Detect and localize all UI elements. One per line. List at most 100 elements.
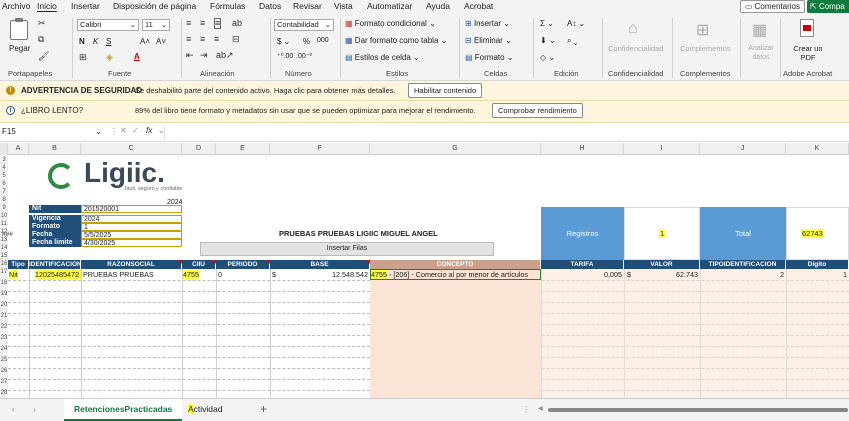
align-left-icon[interactable]: ≡ — [186, 34, 191, 44]
col-header[interactable]: K — [786, 143, 849, 155]
increase-indent-icon[interactable]: ⇥ — [200, 50, 208, 61]
row-header[interactable]: 20 — [0, 302, 8, 313]
row-header[interactable]: 8 — [0, 197, 8, 205]
col-header[interactable]: C — [81, 143, 182, 155]
confidentiality-button[interactable]: Confidencialidad — [608, 44, 663, 53]
col-header[interactable]: A — [8, 143, 29, 155]
col-header[interactable]: D — [182, 143, 216, 155]
check-performance-button[interactable]: Comprobar rendimiento — [492, 103, 583, 118]
row-header[interactable]: 15 — [0, 253, 8, 261]
comments-button[interactable]: ▭ Comentarios — [739, 0, 805, 13]
clear-button[interactable]: ◇ ⌄ — [540, 53, 555, 62]
column-header-cell[interactable]: Digito — [786, 260, 849, 269]
decrease-indent-icon[interactable]: ⇤ — [186, 50, 194, 61]
italic-button[interactable]: K — [93, 37, 98, 46]
tab-retenciones[interactable]: RetencionesPracticadas — [64, 399, 182, 421]
row-header[interactable]: 3 — [0, 157, 8, 165]
format-painter-icon[interactable]: 🖌 — [38, 51, 49, 62]
column-header-cell[interactable]: TIPOIDENTIFICACION — [700, 260, 786, 269]
shrink-font-button[interactable]: A˅ — [156, 37, 166, 46]
analyze-data-button[interactable]: Analizar datos — [746, 44, 776, 62]
row-header[interactable]: 22 — [0, 324, 8, 335]
copy-icon[interactable]: ⧉ — [38, 34, 44, 45]
row-header[interactable]: 13 — [0, 237, 8, 245]
autosum-button[interactable]: Σ ⌄ — [540, 19, 554, 28]
select-all-corner[interactable] — [0, 143, 8, 155]
cell-styles-button[interactable]: ▤ Estilos de celda ⌄ — [345, 53, 420, 62]
row-header[interactable]: 17 — [0, 269, 8, 280]
cell-base[interactable]: 12.548.542 — [320, 270, 368, 279]
row-header[interactable]: 26 — [0, 368, 8, 379]
add-sheet-button[interactable]: + — [260, 402, 267, 416]
row-header[interactable]: 23 — [0, 335, 8, 346]
tab-actividad[interactable]: Actividad — [186, 399, 234, 421]
horizontal-scrollbar[interactable] — [548, 408, 848, 412]
row-header[interactable]: 28 — [0, 390, 8, 398]
increase-decimal-button[interactable]: ⁺⁰.00 — [277, 52, 293, 60]
row-header[interactable]: 9 — [0, 205, 8, 213]
align-right-icon[interactable]: ≡ — [214, 34, 219, 44]
conditional-format-button[interactable]: ▦ Formato condicional ⌄ — [345, 19, 436, 28]
cell-tipo[interactable]: Nit — [9, 270, 18, 279]
cell-tipoidentificacion[interactable]: 2 — [760, 270, 784, 279]
row-header[interactable]: 11 — [0, 221, 8, 229]
menu-inicio[interactable]: Inicio — [37, 1, 57, 11]
insert-cells-button[interactable]: ⊞ Insertar ⌄ — [465, 19, 510, 28]
column-header-cell[interactable]: Tipo — [8, 260, 29, 269]
thousands-button[interactable]: 000 — [317, 37, 329, 44]
menu-disposicion[interactable]: Disposición de página — [113, 1, 196, 11]
menu-archivo[interactable]: Archivo — [2, 1, 30, 11]
formula-input[interactable] — [164, 126, 849, 140]
column-header-cell[interactable]: IDENTIFICACION — [29, 260, 81, 269]
cell-tarifa[interactable]: 0,005 — [580, 270, 622, 279]
name-box[interactable]: F15 ⌄ — [2, 127, 104, 139]
row-header[interactable]: 10 — [0, 213, 8, 221]
column-header-cell[interactable]: CIIU — [182, 260, 216, 269]
info-value[interactable]: 1 — [81, 223, 182, 231]
underline-button[interactable]: S — [106, 37, 111, 46]
enable-content-button[interactable]: Habilitar contenido — [408, 83, 483, 98]
bold-button[interactable]: N — [79, 37, 85, 46]
font-size-select[interactable]: 11 ⌄ — [142, 19, 170, 31]
row-header[interactable]: 5 — [0, 173, 8, 181]
scroll-right-icon[interactable]: › — [33, 405, 36, 414]
addins-button[interactable]: Complementos — [680, 44, 730, 53]
analyze-data-icon[interactable]: ▦ — [752, 20, 767, 40]
paste-icon[interactable] — [10, 18, 28, 40]
cell-digito[interactable]: 1 — [820, 270, 847, 279]
merge-icon[interactable]: ⊟ — [232, 34, 240, 45]
info-value[interactable]: 4/30/2025 — [81, 239, 182, 247]
cell-ciiu[interactable]: 4755 — [183, 270, 200, 279]
hscroll-left-icon[interactable]: ◀ — [538, 405, 543, 412]
col-header[interactable]: G — [370, 143, 541, 155]
align-top-icon[interactable]: ≡ — [186, 18, 191, 28]
cell-razonsocial[interactable]: PRUEBAS PRUEBAS — [83, 270, 154, 279]
cell-valor[interactable]: 62.743 — [655, 270, 698, 279]
orientation-icon[interactable]: ab↗ — [216, 50, 234, 61]
menu-formulas[interactable]: Fórmulas — [210, 1, 245, 11]
percent-button[interactable]: % — [303, 37, 310, 46]
number-format-select[interactable]: Contabilidad ⌄ — [274, 19, 334, 31]
menu-vista[interactable]: Vista — [334, 1, 353, 11]
format-cells-button[interactable]: ▤ Formato ⌄ — [465, 53, 514, 62]
share-button[interactable]: ⇱ Compa — [807, 0, 849, 13]
menu-automatizar[interactable]: Automatizar — [367, 1, 412, 11]
column-header-cell[interactable]: CONCEPTO — [370, 260, 541, 269]
wrap-text-icon[interactable]: ab — [232, 18, 242, 28]
col-header[interactable]: F — [270, 143, 370, 155]
fill-button[interactable]: ⬇ ⌄ — [540, 36, 556, 45]
menu-acrobat[interactable]: Acrobat — [464, 1, 493, 11]
cell-periodo[interactable]: 0 — [218, 270, 222, 279]
borders-icon[interactable]: ⊞ — [79, 52, 87, 63]
menu-insertar[interactable]: Insertar — [71, 1, 100, 11]
info-value[interactable]: 201520001 — [81, 205, 182, 213]
row-header[interactable]: 6 — [0, 181, 8, 189]
info-value[interactable]: 2024 — [81, 215, 182, 223]
fill-color-icon[interactable]: ◈ — [106, 52, 113, 63]
cancel-icon[interactable]: ✕ — [120, 126, 127, 135]
pdf-icon[interactable] — [800, 19, 814, 37]
column-header-cell[interactable]: BASE — [270, 260, 370, 269]
grow-font-button[interactable]: A˄ — [140, 37, 150, 46]
row-header[interactable]: 16 — [0, 261, 8, 269]
confidentiality-icon[interactable]: ⌂ — [628, 20, 638, 38]
